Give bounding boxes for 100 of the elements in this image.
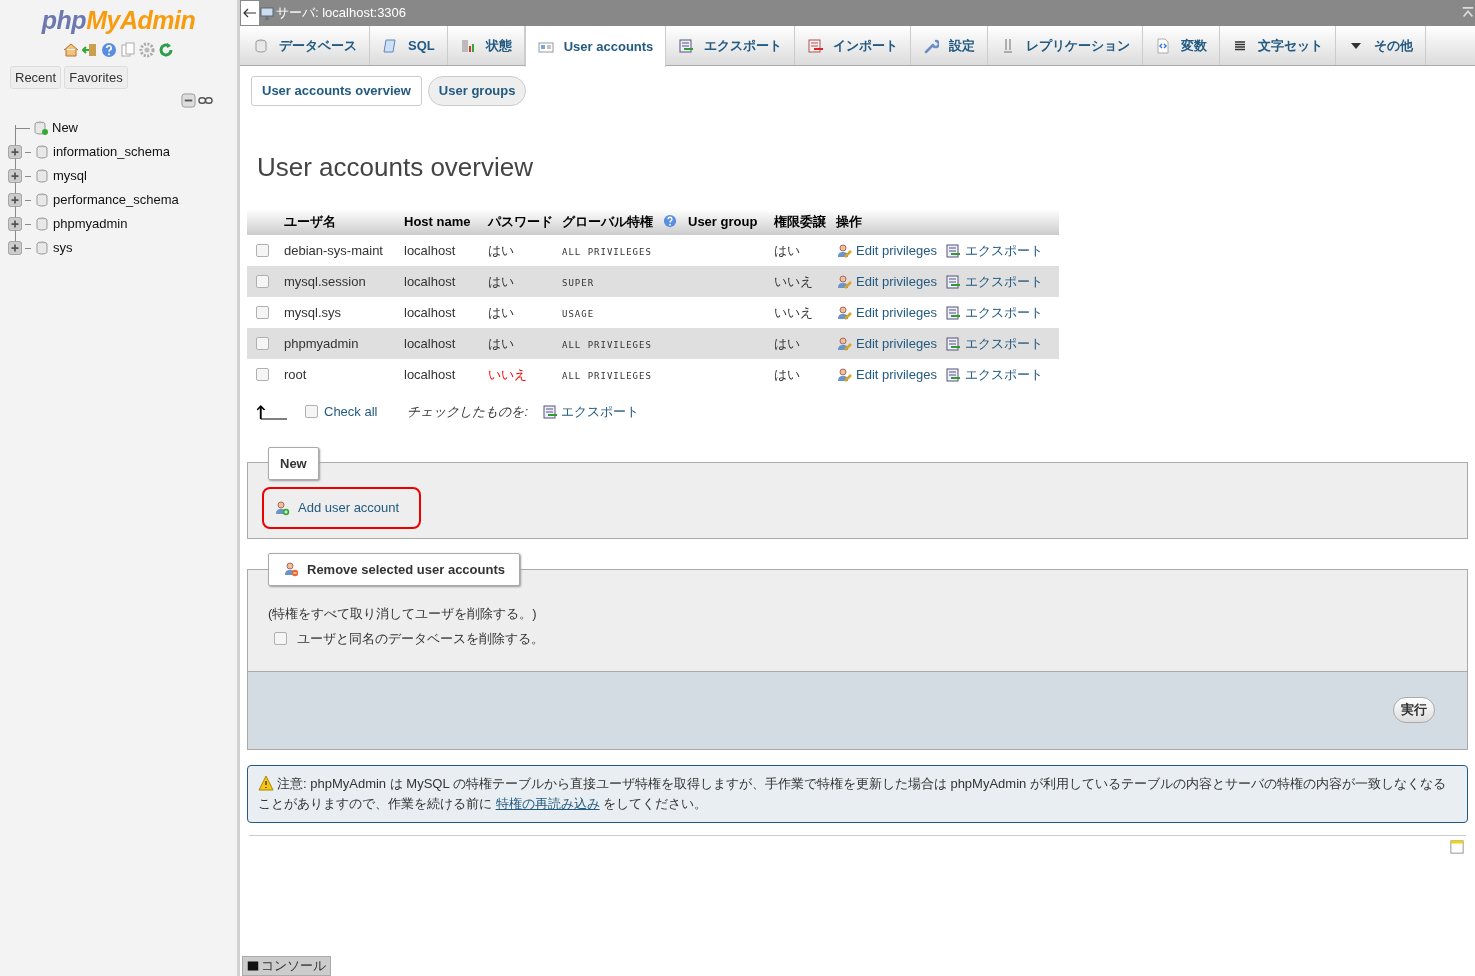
table-cell: はい	[488, 242, 514, 258]
console-button[interactable]: コンソール	[242, 956, 331, 976]
arrow-left-icon	[243, 8, 257, 18]
expand-button[interactable]	[8, 217, 22, 231]
table-cell: いいえ	[774, 304, 813, 320]
check-all-label[interactable]: Check all	[324, 402, 378, 422]
checkbox[interactable]	[256, 368, 269, 381]
edit-privileges-link[interactable]: Edit privileges	[836, 302, 937, 323]
checkbox[interactable]	[256, 306, 269, 319]
column-header: グローバル特権	[562, 214, 653, 230]
table-cell: はい	[488, 304, 514, 320]
submit-button[interactable]: 実行	[1393, 697, 1435, 723]
edit-privileges-link[interactable]: Edit privileges	[836, 333, 937, 354]
arrow-up-icon	[257, 403, 287, 420]
page-heading: User accounts overview	[257, 151, 534, 184]
expand-button[interactable]	[8, 145, 22, 159]
export-link[interactable]: エクスポート	[944, 364, 1043, 385]
user-add-icon	[274, 499, 290, 516]
edit-privileges-link[interactable]: Edit privileges	[836, 364, 937, 385]
tree-item[interactable]: information_schema	[53, 142, 171, 162]
tree-item[interactable]: phpmyadmin	[53, 214, 128, 234]
app-logo: phpMyAdmin	[40, 5, 197, 36]
nav-tab[interactable]: データベース	[241, 26, 370, 65]
user-pencil-icon	[836, 304, 852, 321]
checkbox[interactable]	[256, 275, 269, 288]
export-link[interactable]: エクスポート	[944, 240, 1043, 261]
nav-tab[interactable]: 文字セット	[1220, 26, 1337, 65]
subnav-tab[interactable]: User accounts overview	[251, 76, 422, 106]
database-icon	[34, 192, 50, 208]
nav-tab[interactable]: 設定	[911, 26, 989, 65]
column-header: Host name	[404, 214, 471, 230]
exit-door-icon	[82, 41, 98, 58]
nav-tab[interactable]: インポート	[795, 26, 912, 65]
collapse-up-icon	[1461, 6, 1475, 20]
database-icon	[34, 168, 50, 184]
table-cell: ALL PRIVILEGES	[562, 339, 652, 350]
user-remove-icon	[283, 561, 299, 578]
database-icon	[253, 37, 269, 54]
reload-icon	[158, 41, 174, 58]
edit-privileges-link[interactable]: Edit privileges	[836, 240, 937, 261]
wrench-icon	[923, 37, 940, 54]
table-cell: localhost	[404, 242, 456, 258]
table-cell: localhost	[404, 273, 456, 289]
export-link[interactable]: エクスポート	[944, 271, 1043, 292]
table-cell: はい	[774, 335, 800, 351]
export-link[interactable]: エクスポート	[542, 402, 640, 422]
table-cell: localhost	[404, 304, 456, 320]
database-icon	[34, 240, 50, 256]
export-link[interactable]: エクスポート	[944, 333, 1043, 354]
user-pencil-icon	[836, 366, 852, 383]
tree-item[interactable]: New	[52, 118, 78, 138]
nav-tab[interactable]: User accounts	[524, 26, 667, 67]
legend-text: Remove selected user accounts	[307, 560, 505, 579]
table-cell: いいえ	[774, 273, 813, 289]
expand-button[interactable]	[8, 193, 22, 207]
checkbox-label[interactable]: ユーザと同名のデータベースを削除する。	[297, 629, 544, 649]
sidebar-tab[interactable]: Recent	[10, 65, 62, 89]
column-header: パスワード	[488, 214, 553, 230]
code-file-icon	[1155, 37, 1172, 54]
nav-tab[interactable]: エクスポート	[666, 26, 796, 65]
table-cell: はい	[774, 366, 800, 382]
back-button[interactable]	[241, 1, 259, 25]
expand-button[interactable]	[8, 241, 22, 255]
table-cell: はい	[488, 273, 514, 289]
add-user-account-link[interactable]: Add user account	[262, 486, 422, 529]
database-icon	[34, 144, 50, 160]
tree-item[interactable]: mysql	[53, 166, 87, 186]
checkbox[interactable]	[256, 244, 269, 257]
table-cell: はい	[488, 335, 514, 351]
table-cell: ALL PRIVILEGES	[562, 246, 652, 257]
tree-item[interactable]: performance_schema	[53, 190, 179, 210]
expand-button[interactable]	[8, 169, 22, 183]
breadcrumb-link[interactable]: サーバ: localhost:3306	[276, 3, 407, 23]
table-cell: localhost	[404, 335, 456, 351]
table-cell: USAGE	[562, 308, 595, 319]
fieldset-legend: New	[268, 446, 319, 480]
reload-privileges-link[interactable]: 特権の再読み込み	[495, 795, 600, 811]
edit-privileges-link[interactable]: Edit privileges	[836, 271, 937, 292]
nav-tab[interactable]: レプリケーション	[988, 26, 1144, 65]
subnav-tab[interactable]: User groups	[427, 76, 527, 106]
column-header: 権限委譲	[774, 214, 826, 230]
nav-tab[interactable]: 変数	[1143, 26, 1221, 65]
checkbox[interactable]	[274, 632, 287, 646]
sidebar-tab[interactable]: Favorites	[64, 65, 128, 89]
warning-icon	[258, 774, 274, 791]
settings-icon	[139, 41, 155, 58]
scroll-icon	[382, 37, 398, 54]
checkbox[interactable]	[256, 337, 269, 350]
nav-tab[interactable]: その他	[1336, 26, 1427, 65]
database-add-icon	[33, 120, 49, 136]
collapse-icon	[181, 93, 196, 108]
tree-item[interactable]: sys	[53, 238, 73, 258]
export-link[interactable]: エクスポート	[944, 302, 1043, 323]
checkbox[interactable]	[305, 405, 318, 419]
table-cell: はい	[774, 242, 800, 258]
nav-tab[interactable]: SQL	[370, 26, 448, 65]
documents-icon	[120, 41, 136, 58]
nav-tab[interactable]: 状態	[447, 26, 525, 65]
database-icon	[34, 216, 50, 232]
column-header: ユーザ名	[284, 214, 336, 230]
